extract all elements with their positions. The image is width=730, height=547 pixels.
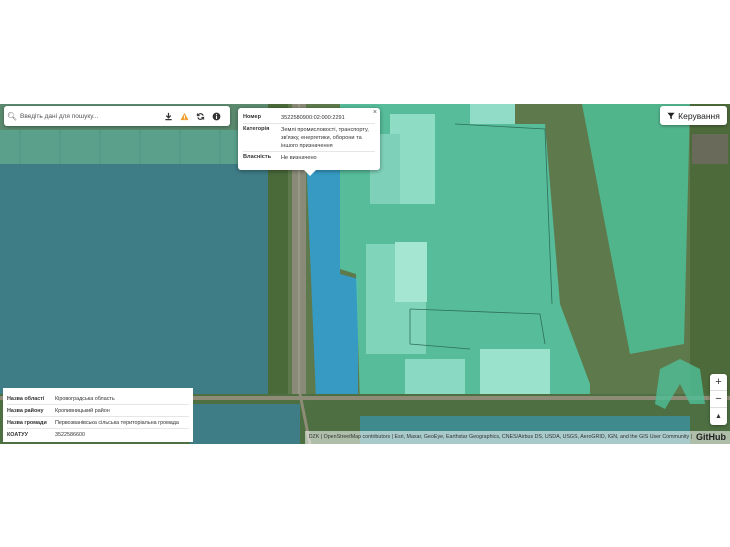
info-row-hromada: Назва громади Первозванівська сільська т… (7, 417, 189, 429)
popup-value: 3522580900:02:000:2291 (281, 114, 345, 121)
search-icon: 🔍︎ (6, 111, 18, 121)
zoom-out-button[interactable]: − (710, 391, 727, 408)
popup-row-category: Категорія Землі промисловості, транспорт… (243, 124, 375, 152)
popup-label: Категорія (243, 125, 270, 132)
search-bar: 🔍︎ (4, 106, 230, 126)
popup-value: Не визначено (281, 154, 317, 161)
attribution-text: DZK | OpenStreetMap contributors | Esri,… (308, 434, 692, 440)
info-value: Кіровоградська область (55, 395, 115, 402)
popup-row-ownership: Власність Не визначено (243, 152, 375, 163)
region-info-panel: Назва області Кіровоградська область Наз… (3, 388, 193, 442)
close-icon[interactable]: × (373, 109, 377, 116)
info-row-raion: Назва району Кропивницький район (7, 405, 189, 417)
popup-label: Власність (243, 153, 272, 160)
zoom-in-button[interactable]: + (710, 374, 727, 391)
info-row-koatuu: КОАТУУ 3522586600 (7, 429, 189, 441)
warning-icon[interactable] (176, 106, 192, 126)
info-label: Назва громади (7, 419, 47, 426)
github-logo[interactable]: GitHub (696, 431, 726, 444)
info-label: Назва області (7, 395, 45, 402)
info-icon[interactable] (208, 106, 224, 126)
info-label: Назва району (7, 407, 44, 414)
download-icon[interactable] (160, 106, 176, 126)
north-arrow-button[interactable]: ▲ (710, 408, 727, 425)
filter-icon (667, 112, 675, 119)
info-value: Кропивницький район (55, 407, 110, 414)
popup-label: Номер (243, 113, 262, 120)
search-input[interactable] (20, 112, 160, 120)
info-value: 3522586600 (55, 432, 85, 438)
info-label: КОАТУУ (7, 432, 28, 438)
popup-value: Землі промисловості, транспорту, зв'язку… (281, 126, 369, 149)
info-value: Первозванівська сільська територіальна г… (55, 419, 179, 426)
info-row-oblast: Назва області Кіровоградська область (7, 393, 189, 405)
parcel-popup: × Номер 3522580900:02:000:2291 Категорія… (238, 108, 380, 176)
zoom-control: + − ▲ (710, 374, 727, 425)
popup-row-number: Номер 3522580900:02:000:2291 (243, 112, 375, 124)
map-attribution: DZK | OpenStreetMap contributors | Esri,… (304, 431, 730, 444)
controls-label: Керування (678, 110, 720, 121)
controls-button[interactable]: Керування (660, 106, 727, 125)
refresh-icon[interactable] (192, 106, 208, 126)
